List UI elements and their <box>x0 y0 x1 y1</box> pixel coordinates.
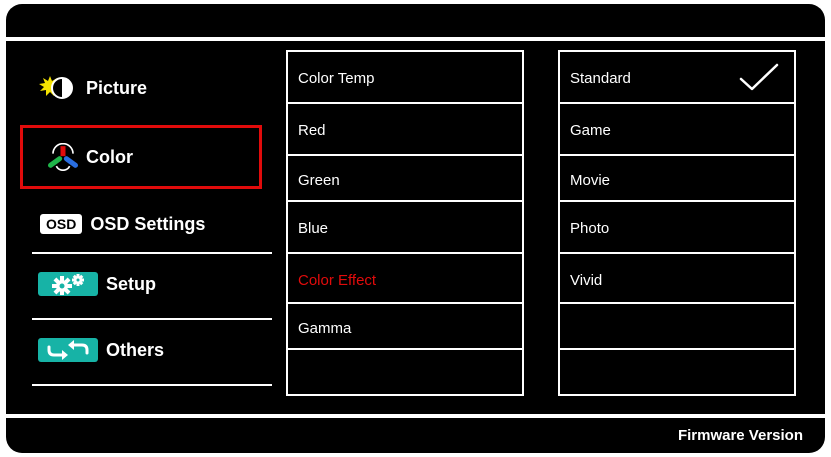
sidebar-item-picture[interactable]: Picture <box>20 70 272 106</box>
sidebar-item-label: Color <box>86 146 133 167</box>
gears-icon <box>20 272 98 296</box>
firmware-version-label: Firmware Version <box>677 427 803 444</box>
submenu-item-blue[interactable]: Blue <box>288 202 522 254</box>
sidebar-item-osd-settings[interactable]: OSD OSD Settings <box>20 206 272 242</box>
option-standard[interactable]: Standard <box>560 52 794 104</box>
sidebar-item-label: OSD Settings <box>90 213 206 234</box>
osd-badge: OSD <box>40 214 83 234</box>
sidebar: Picture Color OSD OSD Settings Setup Oth… <box>6 4 286 414</box>
option-vivid[interactable]: Vivid <box>560 254 794 304</box>
option-photo[interactable]: Photo <box>560 202 794 254</box>
bottom-divider <box>6 414 825 418</box>
submenu-item-color-effect[interactable]: Color Effect <box>288 254 522 304</box>
option-label: Photo <box>570 220 610 237</box>
submenu-item-red[interactable]: Red <box>288 104 522 156</box>
sidebar-item-label: Picture <box>86 77 148 98</box>
option-movie[interactable]: Movie <box>560 156 794 202</box>
submenu-item-color-temp[interactable]: Color Temp <box>288 52 522 104</box>
sidebar-item-setup[interactable]: Setup <box>20 266 272 302</box>
sidebar-divider <box>32 384 272 386</box>
submenu-item-label: Red <box>298 122 326 139</box>
arrows-icon <box>20 338 98 362</box>
submenu-item-label: Gamma <box>298 320 352 337</box>
sidebar-divider <box>32 318 272 320</box>
options-list: Standard Game Movie Photo Vivid <box>558 50 796 396</box>
submenu-item-label: Color Temp <box>298 70 375 87</box>
sidebar-item-color[interactable]: Color <box>20 125 272 189</box>
checkmark-icon <box>738 62 780 97</box>
sidebar-item-label: Others <box>106 339 165 360</box>
color-icon <box>20 143 78 171</box>
option-label: Vivid <box>570 272 603 289</box>
submenu-item-label: Green <box>298 172 340 189</box>
option-label: Movie <box>570 172 611 189</box>
submenu-item-empty <box>288 350 522 394</box>
option-game[interactable]: Game <box>560 104 794 156</box>
option-empty <box>560 304 794 350</box>
submenu-item-label: Blue <box>298 220 329 237</box>
option-label: Standard <box>570 70 631 87</box>
sidebar-divider <box>32 252 272 254</box>
osd-menu: Picture Color OSD OSD Settings Setup Oth… <box>6 4 825 453</box>
option-label: Game <box>570 122 611 139</box>
sidebar-item-others[interactable]: Others <box>20 332 272 368</box>
submenu-list: Color Temp Red Green Blue Color Effect G… <box>286 50 524 396</box>
picture-icon <box>20 75 78 101</box>
submenu-item-label: Color Effect <box>298 272 377 289</box>
submenu-item-green[interactable]: Green <box>288 156 522 202</box>
osd-icon: OSD <box>20 214 83 234</box>
option-empty <box>560 350 794 394</box>
sidebar-item-label: Setup <box>106 273 157 294</box>
submenu-item-gamma[interactable]: Gamma <box>288 304 522 350</box>
